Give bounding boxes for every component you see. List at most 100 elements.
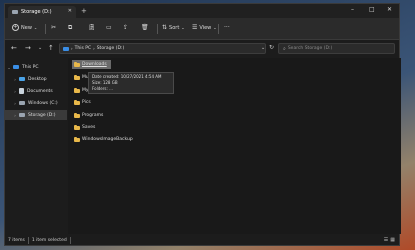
list-item[interactable]: Pics <box>72 98 95 107</box>
file-name: WindowsImageBackup <box>82 137 133 142</box>
toolbar-divider <box>157 24 158 34</box>
sidebar-item-windows-c[interactable]: › Windows (C:) <box>5 98 67 108</box>
selection-count: 1 item selected <box>31 237 67 243</box>
layout-toggle: ☰ ▦ <box>384 237 395 243</box>
sort-icon: ⇅ <box>162 24 168 31</box>
chevron-down-icon: ⌄ <box>213 25 217 30</box>
share-button[interactable]: ⇪ <box>123 24 128 31</box>
share-icon: ⇪ <box>123 24 129 31</box>
breadcrumb-storage[interactable]: Storage (D:) <box>97 46 125 51</box>
minimize-button[interactable]: – <box>351 6 354 13</box>
folder-icon <box>74 112 80 118</box>
document-icon <box>19 88 24 94</box>
delete-button[interactable]: 🗑︎ <box>141 24 149 31</box>
toolbar-divider <box>45 24 46 34</box>
address-dropdown-button[interactable]: ⌄ <box>261 45 265 51</box>
close-button[interactable]: ✕ <box>387 6 392 13</box>
navigation-pane: ⌄ This PC › Desktop › Documents › Window… <box>5 58 68 234</box>
tab-storage[interactable]: Storage (D:) ✕ <box>8 6 76 18</box>
sidebar-item-storage-d[interactable]: › Storage (D:) <box>5 110 67 120</box>
chevron-down-icon: ⌄ <box>33 25 38 30</box>
refresh-button[interactable]: ↻ <box>269 44 274 51</box>
folder-icon <box>74 87 80 93</box>
folder-icon <box>74 74 80 80</box>
rename-button[interactable]: ▭ <box>106 24 112 31</box>
details-view-icon[interactable]: ☰ <box>384 237 388 243</box>
maximize-button[interactable]: □ <box>369 6 375 13</box>
search-icon: ⌕ <box>283 45 286 52</box>
file-name: Pics <box>82 100 91 105</box>
file-explorer-window: Storage (D:) ✕ + – □ ✕ + New ⌄ ✂ ⧉ 📋︎ ▭ … <box>4 3 401 246</box>
folder-icon <box>74 136 80 142</box>
recent-locations-button[interactable]: ⌄ <box>38 45 42 51</box>
breadcrumb-separator-icon: › <box>93 46 95 51</box>
status-divider <box>69 236 71 244</box>
rename-icon: ▭ <box>106 24 112 31</box>
trash-icon: 🗑︎ <box>141 24 149 31</box>
copy-button[interactable]: ⧉ <box>68 24 72 32</box>
sidebar-item-this-pc[interactable]: ⌄ This PC <box>5 62 67 72</box>
folder-icon <box>74 61 80 67</box>
sidebar-item-desktop[interactable]: › Desktop <box>5 74 67 84</box>
chevron-down-icon[interactable]: ⌄ <box>5 65 13 70</box>
drive-icon <box>19 101 25 105</box>
paste-button[interactable]: 📋︎ <box>88 24 96 31</box>
search-placeholder: Search Storage (D:) <box>287 46 333 51</box>
view-label: View <box>199 24 212 31</box>
tiles-view-icon[interactable]: ▦ <box>390 237 395 243</box>
clipboard-icon: 📋︎ <box>88 24 96 31</box>
back-button[interactable]: ← <box>11 44 17 52</box>
breadcrumb-separator-icon: › <box>71 46 73 51</box>
plus-circle-icon: + <box>12 24 19 31</box>
navigation-bar: ← → ⌄ ↑ › This PC › Storage (D:) ⌄ ↻ ⌕ S… <box>5 40 399 58</box>
list-item[interactable]: WindowsImageBackup <box>72 135 137 144</box>
desktop-icon <box>19 77 25 81</box>
view-icon: ☰ <box>192 24 198 31</box>
chevron-right-icon[interactable]: › <box>5 113 19 118</box>
sidebar-item-documents[interactable]: › Documents <box>5 86 67 96</box>
chevron-right-icon[interactable]: › <box>5 77 19 82</box>
cut-button[interactable]: ✂ <box>51 24 56 31</box>
up-button[interactable]: ↑ <box>48 44 54 52</box>
status-divider <box>27 236 29 244</box>
ellipsis-icon: ··· <box>224 24 230 31</box>
chevron-right-icon[interactable]: › <box>5 89 19 94</box>
sort-button[interactable]: ⇅ Sort ⌄ <box>162 24 185 31</box>
folder-icon <box>74 124 80 130</box>
tab-close-icon[interactable]: ✕ <box>68 8 72 14</box>
folder-icon <box>74 99 80 105</box>
drive-icon <box>19 113 25 117</box>
sidebar-item-label: Windows (C:) <box>28 100 58 106</box>
toolbar-divider <box>218 24 219 34</box>
item-count: 7 items <box>8 237 25 243</box>
sidebar-item-label: Storage (D:) <box>28 112 56 118</box>
new-button[interactable]: + New ⌄ <box>12 24 37 31</box>
breadcrumb-this-pc[interactable]: This PC <box>75 46 91 51</box>
list-item[interactable]: Downloads <box>72 60 111 69</box>
folder-tooltip: Date created: 10/27/2021 4:54 AM Size: 1… <box>88 72 174 94</box>
new-tab-button[interactable]: + <box>81 7 87 15</box>
file-name: Downloads <box>82 62 107 67</box>
sidebar-item-label: This PC <box>22 64 39 70</box>
sort-label: Sort <box>169 24 180 31</box>
command-bar: + New ⌄ ✂ ⧉ 📋︎ ▭ ⇪ 🗑︎ ⇅ Sort ⌄ ☰ View ⌄ … <box>5 18 399 40</box>
view-button[interactable]: ☰ View ⌄ <box>192 24 217 31</box>
title-bar: Storage (D:) ✕ + – □ ✕ <box>5 4 399 18</box>
sidebar-item-label: Desktop <box>28 76 47 82</box>
chevron-right-icon[interactable]: › <box>5 101 19 106</box>
tab-title: Storage (D:) <box>21 9 52 15</box>
search-input[interactable]: ⌕ Search Storage (D:) <box>278 43 395 54</box>
sidebar-item-label: Documents <box>27 88 53 94</box>
new-label: New <box>21 24 32 31</box>
chevron-down-icon: ⌄ <box>181 25 185 30</box>
monitor-icon <box>63 46 69 51</box>
address-bar[interactable]: › This PC › Storage (D:) <box>59 43 266 54</box>
list-item[interactable]: Programs <box>72 111 107 120</box>
drive-icon <box>12 10 18 14</box>
file-name: Saves <box>82 125 96 130</box>
forward-button[interactable]: → <box>25 44 31 52</box>
list-item[interactable]: Saves <box>72 123 99 132</box>
scissors-icon: ✂ <box>51 24 57 31</box>
file-list: Downloads Music My Stuff Pics Programs S… <box>68 58 401 234</box>
more-options-button[interactable]: ··· <box>224 24 230 31</box>
